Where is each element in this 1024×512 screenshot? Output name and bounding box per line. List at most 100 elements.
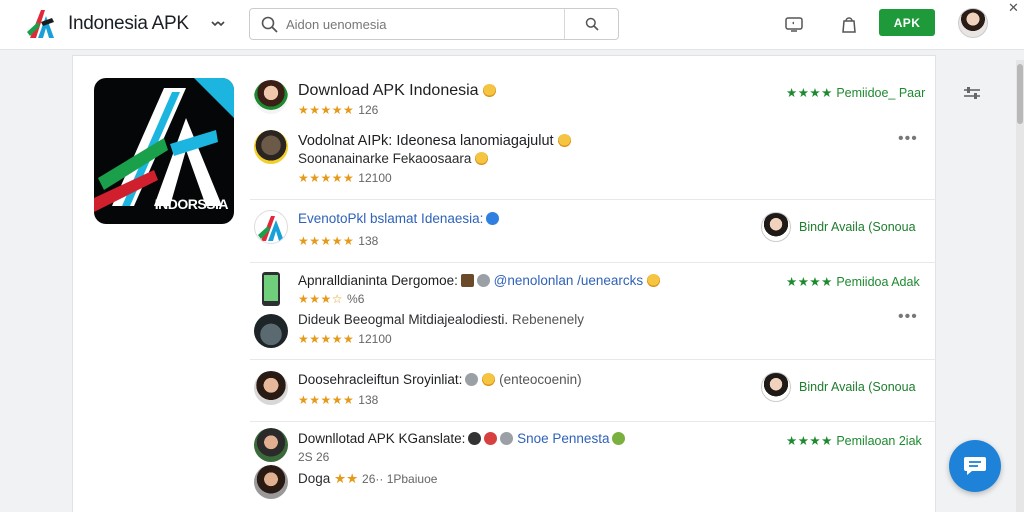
item-title-text: Apnralldianinta Dergomoe: [298, 273, 458, 288]
item-subtitle-link[interactable]: Rebenenely [512, 312, 584, 327]
rating-stars: ★★★★★ [298, 234, 355, 248]
search-bar [249, 8, 619, 40]
scrollbar[interactable] [1016, 60, 1024, 512]
emoji-icon [557, 134, 571, 147]
app-icon-label: INDORSSIA [154, 196, 229, 212]
rating: ★★★★★ 12100 [298, 332, 392, 346]
avatar[interactable] [254, 314, 288, 348]
apk-button[interactable]: APK [879, 9, 935, 36]
search-button[interactable] [564, 9, 618, 39]
status-tag[interactable]: ★★★★ Pemiidoe_ Paar [786, 85, 925, 100]
brand-title[interactable]: Indonesia APK [68, 13, 189, 35]
rating: ★★★★★ 138 [298, 234, 378, 248]
item-subtitle: Soonanainarke Fekaoosaara [298, 151, 489, 166]
divider [250, 359, 936, 360]
tag-text: Pemiidoe_ Paar [836, 86, 926, 100]
search-icon [585, 17, 599, 31]
close-icon[interactable]: ✕ [1008, 0, 1019, 16]
top-bar: Indonesia APK APK ✕ [0, 0, 1024, 50]
emoji-icon [647, 274, 661, 287]
user-name[interactable]: Bindr Availa (Sonoua [799, 380, 916, 394]
filter-icon[interactable] [962, 84, 982, 102]
chat-button[interactable] [949, 440, 1001, 492]
more-icon[interactable]: ••• [898, 130, 918, 148]
avatar[interactable] [761, 212, 791, 242]
item-subtitle-text: Soonanainarke Fekaoosaara [298, 151, 472, 166]
tag-stars: ★★★★ [786, 434, 833, 448]
avatar[interactable] [254, 465, 288, 499]
logo-icon[interactable] [24, 6, 60, 40]
item-title[interactable]: Download APK Indonesia [298, 82, 496, 100]
rating: ★★★☆ %6 [298, 292, 364, 306]
item-title-text: EvenotoPkl bslamat Idenaesia: [298, 211, 484, 226]
rating: ★★★★★ 12100 [298, 171, 392, 185]
bag-icon[interactable] [838, 13, 860, 35]
phone-icon[interactable] [262, 272, 280, 306]
avatar[interactable] [254, 210, 288, 244]
more-icon[interactable]: ••• [898, 308, 918, 326]
verified-icon [476, 274, 490, 287]
rating-stars: ★★★★★ [298, 393, 355, 407]
item-subtitle: Doga ★★ 26·· 1Pbaiuoe [298, 471, 437, 487]
item-subtitle: Dideuk Beeogmal Mitdiajealodiesti. Reben… [298, 312, 584, 327]
item-note: 26·· 1Pbaiuoe [362, 472, 438, 486]
item-title[interactable]: EvenotoPkl bslamat Idenaesia: [298, 211, 500, 226]
chat-icon [964, 457, 986, 475]
search-icon [261, 16, 278, 33]
item-title-text: Downllotad APK KGanslate: [298, 431, 466, 446]
item-title[interactable]: Vodolnat AIPk: Ideonesa lanomiagajulut [298, 133, 571, 149]
chevron-down-icon[interactable] [210, 18, 226, 30]
status-tag[interactable]: ★★★★ Pemilaoan 2iak [786, 433, 922, 448]
scrollbar-thumb[interactable] [1017, 64, 1023, 124]
emoji-icon [475, 152, 489, 165]
divider [250, 199, 936, 200]
item-count: 2S 26 [298, 450, 330, 464]
item-title-text: Doosehracleiftun Sroyinliat: [298, 372, 463, 387]
avatar[interactable] [254, 371, 288, 405]
item-link[interactable]: @nenolonlan /uenearcks [494, 273, 644, 288]
rating-stars: ★★★★★ [298, 103, 355, 117]
avatar[interactable] [254, 428, 288, 462]
verified-icon [465, 373, 479, 386]
rating-count: 12100 [358, 171, 392, 185]
rating-count: %6 [347, 292, 365, 306]
rating-count: 12100 [358, 332, 392, 346]
rating-count: 138 [358, 393, 379, 407]
tag-stars: ★★★★ [786, 86, 833, 100]
item-title-text: Download APK Indonesia [298, 82, 479, 99]
item-note: (enteocoenin) [499, 372, 582, 387]
status-tag[interactable]: ★★★★ Pemiidoa Adak [786, 274, 920, 289]
divider [250, 262, 936, 263]
avatar[interactable] [761, 372, 791, 402]
avatar[interactable] [254, 130, 288, 164]
rating-stars: ★★ [334, 471, 359, 486]
avatar[interactable] [958, 8, 988, 38]
badge-icon [612, 432, 626, 445]
tag-stars: ★★★★ [786, 275, 833, 289]
verified-icon [486, 212, 500, 225]
badge-icon [484, 432, 498, 445]
item-link[interactable]: Snoe Pennesta [517, 431, 609, 446]
avatar[interactable] [254, 80, 288, 114]
tag-text: Pemilaoan 2iak [836, 434, 922, 448]
divider [250, 421, 936, 422]
item-subtitle-text: Doga [298, 471, 331, 486]
rating-count: 126 [358, 103, 379, 117]
item-title[interactable]: Apnralldianinta Dergomoe: @nenolonlan /u… [298, 273, 661, 288]
verified-icon [500, 432, 514, 445]
tag-text: Pemiidoa Adak [836, 275, 920, 289]
user-name[interactable]: Bindr Availa (Sonoua [799, 220, 916, 234]
rating-stars: ★★★★★ [298, 332, 355, 346]
item-subtitle-text: Dideuk Beeogmal Mitdiajealodiesti. [298, 312, 509, 327]
badge-icon [460, 274, 474, 287]
item-title[interactable]: Downllotad APK KGanslate: Snoe Pennesta [298, 431, 626, 446]
search-input[interactable] [286, 14, 556, 34]
rating-stars: ★★★★★ [298, 171, 355, 185]
item-title[interactable]: Doosehracleiftun Sroyinliat: (enteocoeni… [298, 372, 582, 387]
rating-count: 138 [358, 234, 379, 248]
emoji-icon [482, 84, 496, 97]
emoji-icon [482, 373, 496, 386]
tv-icon[interactable] [783, 13, 805, 35]
rating: ★★★★★ 138 [298, 393, 378, 407]
app-icon[interactable]: INDORSSIA [94, 78, 234, 224]
